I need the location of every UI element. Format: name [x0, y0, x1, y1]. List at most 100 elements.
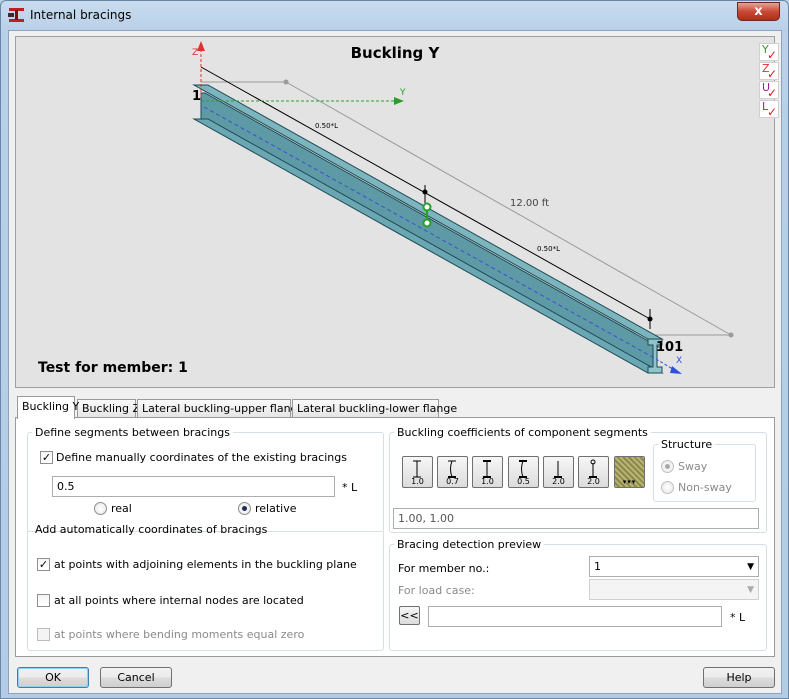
help-button[interactable]: Help	[703, 667, 775, 688]
manual-coords-checkbox[interactable]: ✓	[40, 451, 53, 464]
axis-y-arrow	[394, 97, 404, 105]
window-title: Internal bracings	[30, 8, 132, 22]
chevron-down-icon: ▼	[747, 562, 754, 572]
coord-preview-unit: * L	[730, 611, 746, 624]
beam-web	[200, 92, 661, 374]
internal-nodes-label: at all points where internal nodes are l…	[54, 594, 304, 607]
segment-label-2: 0.50*L	[537, 245, 560, 253]
tab-panel-buckling-y: Define segments between bracings ✓ Defin…	[15, 417, 775, 657]
zero-moments-label: at points where bending moments equal ze…	[54, 628, 305, 641]
load-case-select[interactable]: ▼	[589, 579, 759, 600]
end-marker-dot	[647, 316, 653, 322]
coef-value: 2.0	[587, 477, 600, 486]
check-icon: ✓	[767, 67, 778, 81]
radio-sway[interactable]	[661, 460, 674, 473]
coef-value: 1.0	[481, 477, 494, 486]
title-bar[interactable]: Internal bracings x	[1, 1, 788, 29]
coef-value: 1.0	[411, 477, 424, 486]
tab-buckling-z[interactable]: Buckling Z	[77, 399, 140, 418]
coef-custom-button[interactable]: ▾▾▾	[614, 456, 645, 488]
coef-value: 2.0	[552, 477, 565, 486]
app-icon	[8, 8, 24, 22]
plot-title: Buckling Y	[350, 44, 440, 62]
coords-unit-label: * L	[342, 481, 358, 494]
coef-0-5-button[interactable]: 0.5	[508, 456, 539, 488]
axis-y-label: Y	[399, 88, 406, 98]
dimension-node	[283, 79, 289, 85]
toggle-y[interactable]: Y ✓	[759, 43, 779, 62]
bracing-marker-dot	[422, 189, 428, 195]
member-no-select[interactable]: 1 ▼	[589, 556, 759, 577]
dialog-window: Internal bracings x Z Y X 0.50*L 0.50*L …	[0, 0, 789, 699]
check-icon: ✓	[767, 86, 778, 100]
internal-nodes-checkbox[interactable]	[37, 594, 50, 607]
member-no-label: For member no.:	[398, 562, 490, 575]
column-icon	[589, 459, 597, 478]
coef-1-0-fixed-button[interactable]: 1.0	[472, 456, 503, 488]
coefficients-legend: Buckling coefficients of component segme…	[397, 426, 648, 439]
bracing-coord-preview-field[interactable]	[428, 606, 722, 627]
structure-legend: Structure	[661, 438, 713, 451]
coef-value: 0.5	[517, 477, 530, 486]
chevron-down-icon: ▼	[747, 585, 754, 595]
direction-toggles: Y ✓ Z ✓ U ✓ L ✓	[759, 43, 781, 119]
tab-buckling-y[interactable]: Buckling Y	[17, 396, 79, 419]
dimension-line	[285, 81, 732, 336]
coef-1-0-button[interactable]: 1.0	[402, 456, 433, 488]
detection-legend: Bracing detection preview	[397, 538, 542, 551]
length-label: 12.00 ft	[510, 198, 549, 209]
coef-custom-mark: ▾▾▾	[622, 478, 637, 486]
bracing-coords-input[interactable]: 0.5	[52, 476, 335, 497]
beam-graphic: Z Y X 0.50*L 0.50*L 12.00 ft	[192, 41, 734, 374]
check-icon: ✓	[767, 48, 778, 62]
back-button[interactable]: <<	[399, 606, 420, 625]
adjoining-elements-checkbox[interactable]: ✓	[37, 558, 50, 571]
radio-real[interactable]	[94, 502, 107, 515]
member-no-value: 1	[594, 560, 601, 573]
radio-relative[interactable]	[238, 502, 251, 515]
adjoining-elements-label: at points with adjoining elements in the…	[54, 558, 357, 571]
radio-non-sway-label: Non-sway	[678, 481, 732, 494]
axis-x-label: X	[676, 356, 682, 366]
radio-dot	[665, 464, 670, 469]
toggle-u[interactable]: U ✓	[759, 81, 779, 100]
radio-relative-label: relative	[255, 502, 297, 515]
zero-moments-checkbox[interactable]	[37, 628, 50, 641]
beam-bottom-flange	[192, 118, 664, 374]
define-segments-legend: Define segments between bracings	[35, 426, 230, 439]
node-end-label: 101	[656, 340, 684, 355]
load-case-label: For load case:	[398, 584, 475, 597]
radio-real-label: real	[111, 502, 132, 515]
axis-x-arrow	[670, 366, 682, 374]
column-icon	[448, 460, 456, 478]
coef-value: 0.7	[446, 477, 459, 486]
tab-lateral-lower[interactable]: Lateral buckling-lower flange	[292, 399, 457, 418]
auto-coords-legend: Add automatically coordinates of bracing…	[35, 523, 268, 536]
column-icon	[554, 461, 562, 478]
radio-non-sway[interactable]	[661, 481, 674, 494]
ok-button[interactable]: OK	[17, 667, 89, 688]
manual-coords-label: Define manually coordinates of the exist…	[56, 451, 347, 464]
bracing-point	[422, 202, 432, 212]
buckling-preview: Z Y X 0.50*L 0.50*L 12.00 ft Buckling Y …	[15, 36, 779, 388]
close-button[interactable]: x	[737, 2, 780, 21]
cancel-button[interactable]: Cancel	[100, 667, 172, 688]
member-test-label: Test for member: 1	[38, 360, 188, 376]
coef-0-7-button[interactable]: 0.7	[437, 456, 468, 488]
coef-2-0-pinned-button[interactable]: 2.0	[578, 456, 609, 488]
column-icon	[519, 460, 527, 478]
tab-lateral-upper[interactable]: Lateral buckling-upper flange	[137, 399, 304, 418]
coefficients-values-field[interactable]: 1.00, 1.00	[393, 508, 759, 529]
toggle-l[interactable]: L ✓	[759, 100, 779, 119]
dialog-body: Z Y X 0.50*L 0.50*L 12.00 ft Buckling Y …	[8, 30, 782, 694]
node-start-label: 1	[192, 89, 202, 104]
check-icon: ✓	[767, 105, 778, 119]
toggle-z[interactable]: Z ✓	[759, 62, 779, 81]
coef-2-0-button[interactable]: 2.0	[543, 456, 574, 488]
column-icon	[413, 460, 421, 478]
dimension-node	[728, 332, 734, 338]
column-icon	[483, 460, 491, 478]
radio-dot	[242, 506, 247, 511]
bracing-point	[422, 218, 432, 228]
segment-label-1: 0.50*L	[315, 122, 338, 130]
